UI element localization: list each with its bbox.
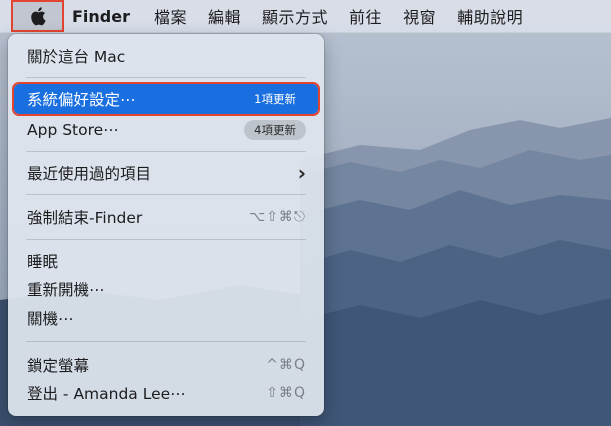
menu-item-label: 強制結束-Finder xyxy=(27,209,143,227)
menu-separator xyxy=(26,151,306,152)
menu-item-label: 鎖定螢幕 xyxy=(27,357,90,375)
menu-help[interactable]: 輔助說明 xyxy=(457,4,523,28)
menu-item-label: 登出 - Amanda Lee⋯ xyxy=(27,385,186,403)
keyboard-shortcut: ⇧⌘Q xyxy=(266,385,306,401)
menu-edit[interactable]: 編輯 xyxy=(208,4,241,28)
menu-item-label: 重新開機⋯ xyxy=(27,281,105,299)
menu-view[interactable]: 顯示方式 xyxy=(262,4,328,28)
menu-separator xyxy=(26,77,306,78)
update-badge: 1項更新 xyxy=(254,92,296,106)
menu-item-restart[interactable]: 重新開機⋯ xyxy=(14,274,318,304)
menu-separator xyxy=(26,194,306,195)
menu-window[interactable]: 視窗 xyxy=(403,4,436,28)
menu-item-system-preferences[interactable]: 系統偏好設定⋯ 1項更新 xyxy=(12,82,320,116)
menu-item-label: 最近使用過的項目 xyxy=(27,165,152,183)
apple-menu-dropdown: 關於這台 Mac 系統偏好設定⋯ 1項更新 App Store⋯ 4項更新 最近… xyxy=(8,34,324,416)
menu-item-app-store[interactable]: App Store⋯ 4項更新 xyxy=(14,115,318,145)
menu-item-shutdown[interactable]: 關機⋯ xyxy=(14,303,318,333)
menu-separator xyxy=(26,239,306,240)
menu-item-label: 關機⋯ xyxy=(27,310,74,328)
apple-logo-icon xyxy=(31,7,46,26)
menu-item-label: 系統偏好設定⋯ xyxy=(27,91,136,109)
menu-item-sleep[interactable]: 睡眠 xyxy=(14,246,318,276)
menu-separator xyxy=(26,341,306,342)
menu-finder[interactable]: Finder xyxy=(72,7,130,26)
menu-bar: Finder 檔案 編輯 顯示方式 前往 視窗 輔助說明 xyxy=(0,0,611,33)
menu-item-label: App Store⋯ xyxy=(27,121,119,139)
menu-item-logout[interactable]: 登出 - Amanda Lee⋯ ⇧⌘Q xyxy=(14,378,318,408)
menu-item-recent-items[interactable]: 最近使用過的項目 › xyxy=(14,158,318,188)
menu-item-about-this-mac[interactable]: 關於這台 Mac xyxy=(14,41,318,71)
keyboard-shortcut: ⌥⇧⌘⎋ xyxy=(249,209,306,225)
menu-item-force-quit[interactable]: 強制結束-Finder ⌥⇧⌘⎋ xyxy=(14,202,318,232)
menu-item-label: 關於這台 Mac xyxy=(27,48,126,66)
keyboard-shortcut: ^⌘Q xyxy=(266,357,306,373)
menu-go[interactable]: 前往 xyxy=(349,4,382,28)
apple-menu-button[interactable] xyxy=(11,0,64,32)
chevron-right-icon: › xyxy=(297,161,306,185)
menu-item-label: 睡眠 xyxy=(27,253,59,271)
menu-item-lock-screen[interactable]: 鎖定螢幕 ^⌘Q xyxy=(14,350,318,380)
update-badge: 4項更新 xyxy=(244,120,306,140)
menu-file[interactable]: 檔案 xyxy=(154,4,187,28)
